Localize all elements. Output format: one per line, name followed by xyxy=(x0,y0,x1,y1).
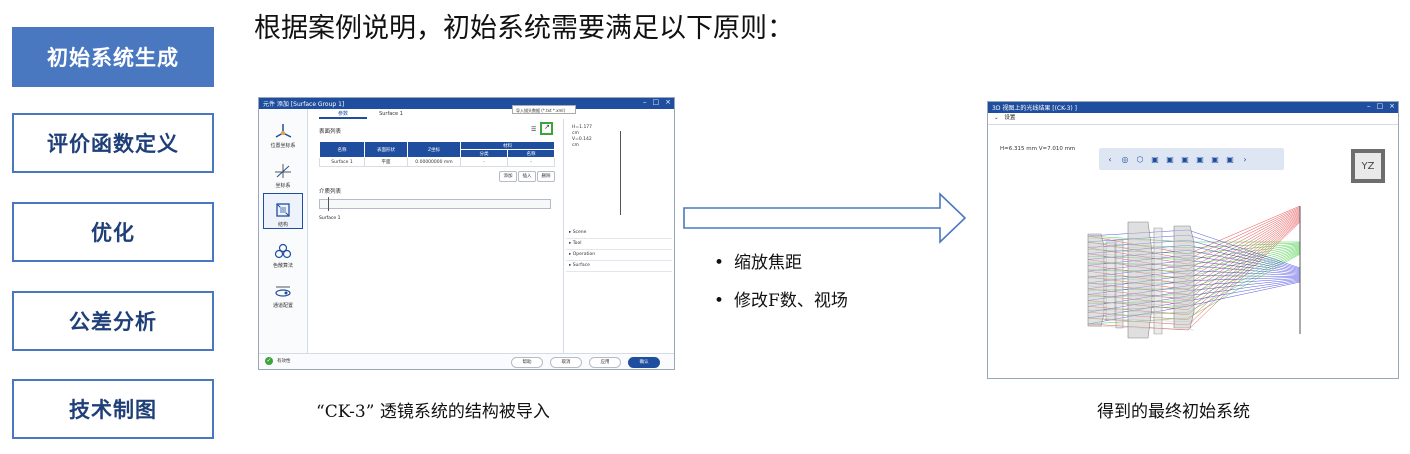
3d-view-window: 3D 视图上的光线结果 [(CK-3) ] – □ × ⌄ 设置 H=6.315… xyxy=(987,101,1399,379)
validity-status: 有效性 xyxy=(277,359,291,364)
minimize-icon[interactable]: – xyxy=(643,98,647,106)
nav-optimization[interactable]: 优化 xyxy=(12,202,214,262)
insert-button[interactable]: 插入 xyxy=(518,171,536,182)
channel-icon xyxy=(275,286,291,297)
lens-elements xyxy=(1087,221,1195,339)
table-row[interactable]: Surface 1 平面 0.00000000 mm - - xyxy=(319,157,555,167)
dialog-title: 元件 添加 [Surface Group 1] xyxy=(263,101,345,108)
caption-right: 得到的最终初始系统 xyxy=(1097,402,1250,422)
sidebar-item-structure[interactable]: 结构 xyxy=(263,193,303,229)
import-icon: ↗ xyxy=(544,123,550,131)
dialog-sidebar: 位置坐标系 坐标系 结构 色散算法 通道配置 xyxy=(259,109,308,369)
nav-tolerance[interactable]: 公差分析 xyxy=(12,291,214,351)
tab-surface-1[interactable]: Surface 1 xyxy=(367,109,415,119)
slider-handle[interactable] xyxy=(328,197,329,211)
sidebar-item-dispersion[interactable]: 色散算法 xyxy=(263,233,303,269)
sidebar-item-position[interactable]: 位置坐标系 xyxy=(263,113,303,149)
surface-list-label: 表面列表 xyxy=(319,129,342,135)
check-icon: ✓ xyxy=(265,357,273,365)
tree-item-operation[interactable]: ▸ Operation xyxy=(566,250,672,261)
tree-item-scene[interactable]: ▸ Scene xyxy=(566,228,672,239)
circles-icon xyxy=(274,243,292,259)
list-icon[interactable]: ☰ xyxy=(531,126,536,133)
apply-button[interactable]: 应用 xyxy=(589,357,621,368)
ray-trace-view xyxy=(1087,205,1301,339)
close-icon[interactable]: × xyxy=(665,98,671,106)
dialog-tabs: 参数 Surface 1 xyxy=(319,109,415,119)
caption-left: “CK-3” 透镜系统的结构被导入 xyxy=(316,402,550,422)
component-add-dialog: 元件 添加 [Surface Group 1] – □ × 位置坐标系 坐标系 xyxy=(258,97,675,370)
surface-table: 名称 表面形状 Z坐标 材料 分类 名称 Surface 1 平面 0.0000… xyxy=(319,141,555,167)
right-arrow-icon xyxy=(683,192,967,244)
nav-merit-function[interactable]: 评价函数定义 xyxy=(12,113,214,173)
surface-preview-line xyxy=(620,131,621,215)
preview-info: H=1.177 cm V=0.142 cm xyxy=(572,125,593,148)
medium-slider[interactable] xyxy=(319,197,551,211)
nav-drawing[interactable]: 技术制图 xyxy=(12,379,214,439)
import-button[interactable]: ↗ xyxy=(540,122,553,135)
sidebar-item-channel[interactable]: 通道配置 xyxy=(263,273,303,309)
tab-parameters[interactable]: 参数 xyxy=(319,109,367,119)
bullet-item: 修改F数、视场 xyxy=(714,286,848,311)
sidebar-item-coordinates[interactable]: 坐标系 xyxy=(263,153,303,189)
preview-pane: H=1.177 cm V=0.142 cm ▸ Scene ▸ Tool ▸ O… xyxy=(563,119,674,354)
coordinate-icon xyxy=(275,164,291,178)
nav-initial-system[interactable]: 初始系统生成 xyxy=(12,27,214,87)
delete-button[interactable]: 删除 xyxy=(537,171,555,182)
cancel-button[interactable]: 取消 xyxy=(550,357,582,368)
surface-tag: Surface 1 xyxy=(319,216,341,221)
confirm-button[interactable]: 确认 xyxy=(628,357,660,368)
tree-item-surface[interactable]: ▸ Surface xyxy=(566,261,672,272)
help-button[interactable]: 帮助 xyxy=(511,357,543,368)
import-tooltip: 导入描头数据 (*.txt *.xml) xyxy=(512,105,576,114)
dialog-footer: ✓ 有效性 帮助 取消 应用 确认 xyxy=(259,353,674,369)
headline: 根据案例说明，初始系统需要满足以下原则： xyxy=(254,13,794,44)
bullet-list: 缩放焦距 修改F数、视场 xyxy=(714,248,848,324)
medium-list-label: 介质列表 xyxy=(319,189,342,195)
axes-icon xyxy=(275,124,292,138)
structure-icon xyxy=(276,203,290,217)
bullet-item: 缩放焦距 xyxy=(714,248,848,273)
maximize-icon[interactable]: □ xyxy=(653,98,660,106)
dialog-titlebar: 元件 添加 [Surface Group 1] – □ × xyxy=(259,98,674,109)
tree-item-tool[interactable]: ▸ Tool xyxy=(566,239,672,250)
add-button[interactable]: 添加 xyxy=(499,171,517,182)
